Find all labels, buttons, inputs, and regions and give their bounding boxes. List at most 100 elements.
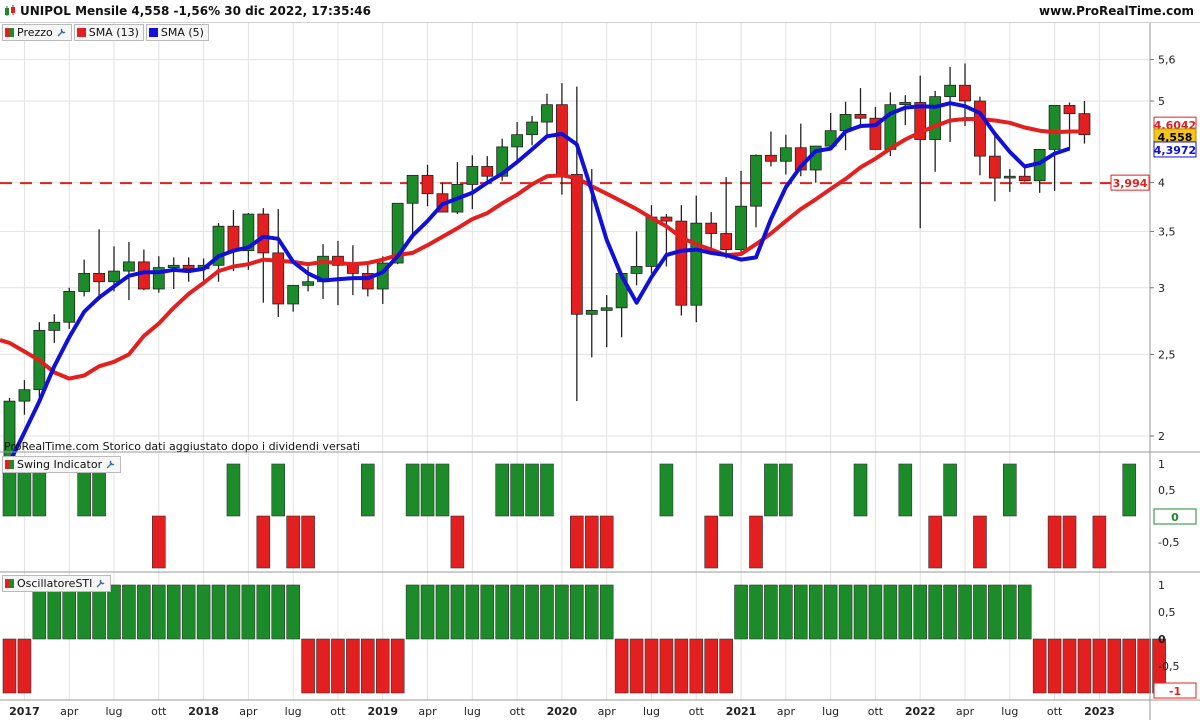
candle-body (1018, 175, 1031, 182)
osc-legend: OscillatoreSTI (2, 575, 113, 592)
oscillator-bar (808, 584, 823, 640)
oscillator-bar (584, 584, 599, 640)
x-tick-label: apr (598, 705, 617, 718)
oscillator-bar (868, 584, 883, 640)
candle-body (750, 154, 762, 207)
candle-body (108, 270, 120, 283)
swing-bar (764, 463, 778, 517)
x-tick-label: ott (689, 705, 705, 718)
legend-price[interactable]: Prezzo (2, 24, 72, 41)
x-tick-label: apr (60, 705, 79, 718)
legend-swing[interactable]: Swing Indicator (2, 456, 122, 473)
oscillator-bar (988, 584, 1002, 640)
wrench-icon[interactable] (56, 27, 67, 38)
candle-body (167, 264, 180, 269)
oscillator-bar (599, 584, 614, 640)
sma13-line (0, 117, 1085, 381)
oscillator-bar (32, 584, 47, 640)
y-tick-label: 2 (1158, 430, 1165, 443)
candle (1078, 101, 1091, 144)
oscillator-bar (196, 584, 211, 640)
candle-body (18, 389, 31, 402)
oscillator-bar (1077, 638, 1092, 694)
candle-body (63, 291, 76, 323)
x-tick-label: ott (868, 705, 884, 718)
candle (93, 229, 105, 301)
y-tick-label: 0,5 (1158, 606, 1176, 619)
candle-body (765, 154, 777, 162)
x-tick-label: ott (1047, 705, 1063, 718)
swing-bar (584, 515, 599, 569)
legend-sma5-label: SMA (5) (160, 26, 204, 39)
candle (1063, 102, 1076, 150)
sma5-line (7, 101, 1071, 464)
oscillator-bar (689, 638, 704, 694)
candle (854, 88, 867, 129)
candle-body (570, 174, 583, 315)
y-tick-label: 5 (1158, 95, 1165, 108)
legend-sma13[interactable]: SMA (13) (73, 24, 144, 41)
swing-swatch (5, 460, 14, 469)
oscillator-bar (958, 584, 972, 640)
candle (227, 210, 240, 272)
x-tick-label: lug (106, 705, 123, 718)
swing-bar (1047, 515, 1062, 569)
candle-body (735, 205, 747, 251)
oscillator-bar (629, 638, 644, 694)
x-tick-label: ott (509, 705, 525, 718)
candle (526, 115, 538, 146)
candle-body (944, 84, 956, 98)
candle (1033, 149, 1046, 193)
oscillator-bar (570, 584, 584, 640)
oscillator-bar (152, 584, 166, 640)
oscillator-bar (1017, 584, 1032, 640)
swing-bar (749, 515, 763, 569)
legend-osc[interactable]: OscillatoreSTI (2, 575, 112, 592)
y-tick-label: 5,6 (1158, 54, 1176, 67)
oscillator-bar (375, 638, 390, 694)
wrench-icon[interactable] (95, 578, 106, 589)
site-link[interactable]: www.ProRealTime.com (1039, 4, 1194, 18)
candle-body (526, 121, 538, 136)
candle (1003, 169, 1016, 192)
candle (332, 240, 344, 306)
swing-bar (1092, 515, 1107, 569)
candle-body (182, 264, 195, 270)
legend-sma5[interactable]: SMA (5) (145, 24, 209, 41)
oscillator-bar (913, 584, 928, 640)
chart-canvas[interactable]: 2017 apr lug ott 2018 apr lug ott 2019 apr lug ott 2… (0, 0, 1200, 720)
oscillator-bar (241, 584, 256, 640)
wrench-icon[interactable] (105, 459, 116, 470)
y-tick-label: 3 (1158, 282, 1165, 295)
candle (630, 231, 643, 286)
candle-body (346, 264, 359, 274)
candle (988, 136, 1001, 202)
right-axis-labels: 4,60424,5584,39723,9940-1 (1110, 116, 1197, 699)
oscillator-bar (346, 638, 360, 694)
oscillator-bar (480, 584, 495, 640)
oscillator-bar (166, 584, 181, 640)
candle (317, 244, 329, 299)
oscillator-bar (644, 638, 659, 694)
hline-value-label: 3,994 (1110, 174, 1150, 191)
swing-last-label: 0 (1153, 508, 1197, 525)
candle (287, 284, 300, 312)
oscillator-bar (122, 584, 136, 640)
oscillator-bar (450, 584, 465, 640)
oscillator-bar (1092, 638, 1107, 694)
swing-bar (152, 515, 166, 569)
candle-body (48, 321, 61, 331)
oscillator-bar (301, 638, 315, 694)
swing-bar (928, 515, 942, 569)
candle (152, 256, 165, 293)
x-tick-label: lug (285, 705, 302, 718)
swing-bar (301, 515, 315, 569)
candle-body (93, 273, 105, 283)
candle-body (556, 104, 568, 175)
osc-last-label-text: -1 (1169, 685, 1181, 698)
candle (48, 314, 61, 343)
legend-swing-label: Swing Indicator (17, 458, 103, 471)
y-tick-label: 1 (1158, 579, 1165, 592)
oscillator-bar (137, 584, 151, 640)
x-tick-label: apr (239, 705, 258, 718)
